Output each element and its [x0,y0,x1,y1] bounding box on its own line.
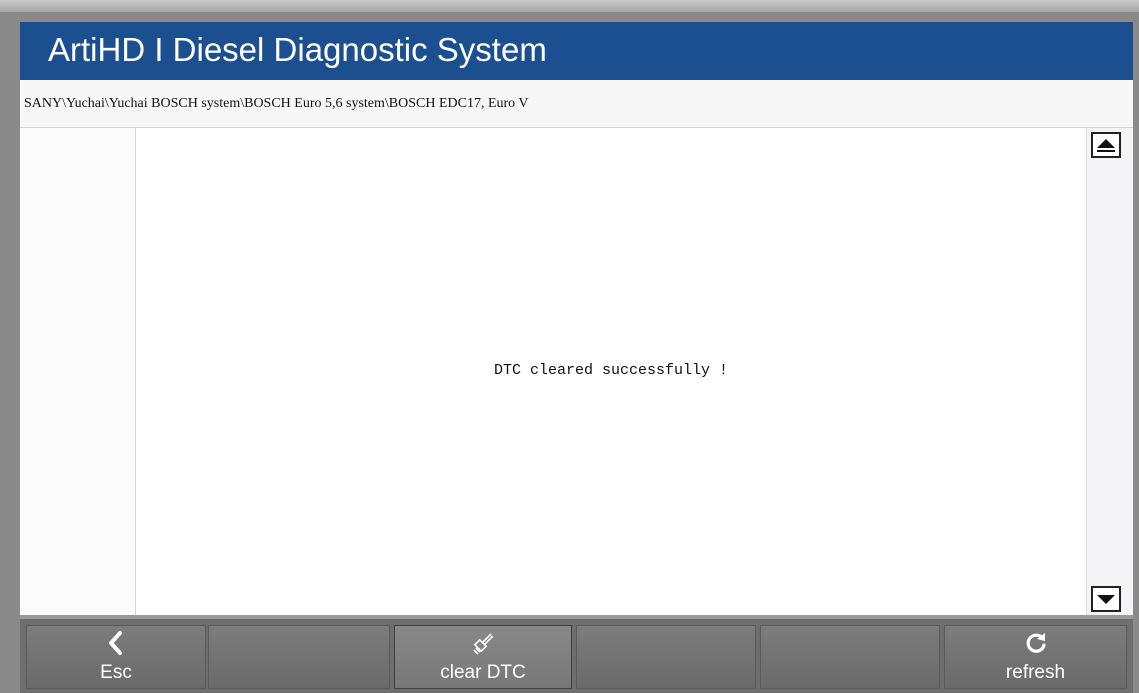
toolbar-empty-slot-2 [576,625,756,689]
app-title: ArtiHD I Diesel Diagnostic System [48,31,547,68]
bottom-toolbar: Esc clear DTC refresh [20,615,1133,693]
status-message: DTC cleared successfully ! [493,362,729,379]
refresh-icon [945,630,1126,661]
brush-icon [395,630,571,663]
device-frame: ArtiHD I Diesel Diagnostic System SANY\Y… [0,0,1139,693]
esc-label: Esc [100,662,132,683]
content-panel: DTC cleared successfully ! [20,128,1133,615]
toolbar-empty-slot-1 [208,625,390,689]
title-bar: ArtiHD I Diesel Diagnostic System [20,22,1133,80]
arrow-up-icon [1097,139,1115,148]
arrow-down-icon [1097,594,1115,604]
screen: ArtiHD I Diesel Diagnostic System SANY\Y… [20,22,1133,693]
vertical-scrollbar[interactable] [1086,128,1133,615]
scroll-up-button[interactable] [1091,132,1121,158]
left-gutter [20,128,136,615]
chevron-left-icon [27,630,205,661]
esc-button[interactable]: Esc [26,625,206,689]
breadcrumb: SANY\Yuchai\Yuchai BOSCH system\BOSCH Eu… [20,80,1133,128]
refresh-button[interactable]: refresh [944,625,1127,689]
scroll-down-button[interactable] [1091,586,1121,612]
refresh-label: refresh [1005,662,1066,683]
device-bezel [0,0,1139,12]
breadcrumb-path: SANY\Yuchai\Yuchai BOSCH system\BOSCH Eu… [24,96,529,111]
clear-dtc-label: clear DTC [440,662,526,683]
toolbar-empty-slot-3 [760,625,940,689]
clear-dtc-button[interactable]: clear DTC [394,625,572,689]
message-area: DTC cleared successfully ! [136,128,1086,615]
